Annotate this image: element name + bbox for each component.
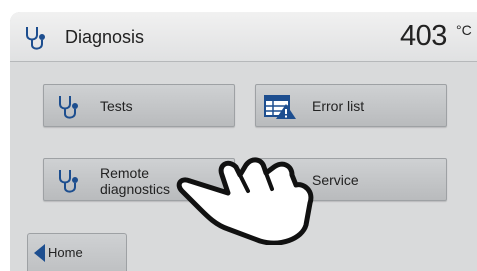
back-arrow-icon xyxy=(34,244,45,262)
home-label: Home xyxy=(48,245,83,260)
remote-diagnostics-label: Remote diagnostics xyxy=(100,165,170,197)
service-button[interactable]: Service xyxy=(255,158,447,201)
error-list-button[interactable]: Error list xyxy=(255,84,447,127)
header-bar: Diagnosis 403 °C xyxy=(10,12,477,62)
error-list-icon xyxy=(264,95,296,119)
error-list-label: Error list xyxy=(312,98,365,114)
remote-diagnostics-button[interactable]: Remote diagnostics xyxy=(43,158,235,201)
home-button[interactable]: Home xyxy=(27,233,127,271)
page-title: Diagnosis xyxy=(65,27,145,47)
diagnosis-screen: Diagnosis 403 °C Tests Error list Remote… xyxy=(10,12,477,271)
temperature-unit: °C xyxy=(456,22,472,38)
stethoscope-icon xyxy=(59,170,78,193)
service-label: Service xyxy=(312,172,359,188)
stethoscope-icon xyxy=(26,27,45,50)
stethoscope-icon xyxy=(271,170,290,193)
temperature-readout: 403 xyxy=(400,20,447,52)
tests-label: Tests xyxy=(100,98,133,114)
remote-label-line1: Remote xyxy=(100,165,150,181)
tests-button[interactable]: Tests xyxy=(43,84,235,127)
stethoscope-icon xyxy=(59,96,78,119)
remote-label-line2: diagnostics xyxy=(100,181,171,197)
